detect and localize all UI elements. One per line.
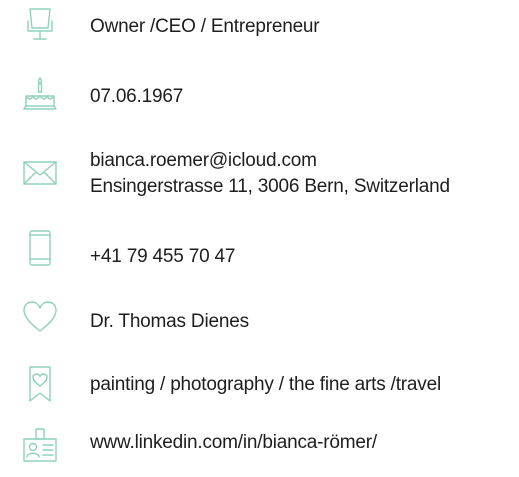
partner-row: Dr. Thomas Dienes <box>0 295 519 345</box>
interests-text: painting / photography / the fine arts /… <box>90 374 441 395</box>
bookmark-heart-icon <box>20 364 60 404</box>
linkedin-row: www.linkedin.com/in/bianca-römer/ <box>0 418 519 473</box>
id-badge-icon <box>20 426 60 466</box>
envelope-icon <box>20 152 60 192</box>
phone-row: +41 79 455 70 47 <box>0 222 519 282</box>
birthday-row: 07.06.1967 <box>0 70 519 120</box>
occupation-row: Owner /CEO / Entrepreneur <box>0 0 519 50</box>
birthday-text: 07.06.1967 <box>90 86 184 107</box>
linkedin-link[interactable]: www.linkedin.com/in/bianca-römer/ <box>90 430 377 455</box>
birthday-cake-icon <box>20 74 60 114</box>
office-chair-icon <box>20 4 60 44</box>
address-text: Ensingerstrasse 11, 3006 Bern, Switzerla… <box>90 176 450 197</box>
partner-text: Dr. Thomas Dienes <box>90 311 249 332</box>
phone-text[interactable]: +41 79 455 70 47 <box>90 244 235 269</box>
heart-icon <box>20 297 60 337</box>
occupation-text: Owner /CEO / Entrepreneur <box>90 16 320 37</box>
mobile-phone-icon <box>20 228 60 268</box>
interests-row: painting / photography / the fine arts /… <box>0 360 519 410</box>
email-link[interactable]: bianca.roemer@icloud.com <box>90 148 317 173</box>
contact-row: bianca.roemer@icloud.com Ensingerstrasse… <box>0 140 519 210</box>
